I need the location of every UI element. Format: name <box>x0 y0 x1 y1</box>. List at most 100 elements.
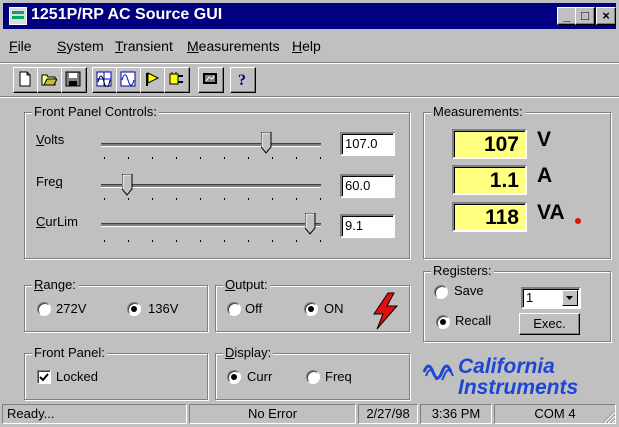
app-icon[interactable] <box>9 7 27 25</box>
measurements-label: Measurements: <box>431 104 525 119</box>
volts-slider-ticks <box>104 157 321 159</box>
menu-system-label: ystem <box>66 38 104 54</box>
freq-input[interactable]: 60.0 <box>340 174 395 198</box>
volts-slider-thumb[interactable] <box>260 131 272 154</box>
curlim-slider-thumb[interactable] <box>304 212 316 235</box>
menu-file[interactable]: File <box>9 38 32 54</box>
volts-input[interactable]: 107.0 <box>340 132 395 156</box>
slider-tick <box>272 240 273 242</box>
slider-tick <box>176 198 177 200</box>
volts-label-text: olts <box>43 132 65 147</box>
power-unit: VA <box>537 201 565 224</box>
front-panel-group: Front Panel: <box>24 345 208 400</box>
freq-slider-thumb[interactable] <box>121 173 133 196</box>
freq-label-text: Fre <box>36 174 56 189</box>
range-group: Range: <box>24 277 208 332</box>
menu-help[interactable]: Help <box>292 38 321 54</box>
slider-tick <box>200 198 201 200</box>
status-error: No Error <box>189 404 356 424</box>
display-freq-radio[interactable] <box>306 370 320 384</box>
slider-tick <box>104 157 105 159</box>
plug-icon[interactable] <box>164 67 190 93</box>
menu-measurements-key: M <box>187 38 199 54</box>
close-button[interactable]: × <box>596 7 616 25</box>
menu-measurements-label: easurements <box>198 38 280 54</box>
california-instruments-logo: California Instruments <box>422 355 612 401</box>
window-title: 1251P/RP AC Source GUI <box>31 6 223 23</box>
output-off-label: Off <box>245 301 263 316</box>
display-curr-radio[interactable] <box>227 370 241 384</box>
slider-tick <box>176 240 177 242</box>
menu-help-label: elp <box>302 38 321 54</box>
freq-label-key: q <box>55 174 63 189</box>
minimize-button[interactable]: _ <box>557 7 577 25</box>
slider-tick <box>128 240 129 242</box>
slider-tick <box>152 240 153 242</box>
volts-slider-track[interactable] <box>101 143 321 147</box>
output-on-radio[interactable] <box>304 302 318 316</box>
slider-tick <box>152 157 153 159</box>
app-window: 1251P/RP AC Source GUI _ □ × File System… <box>0 0 619 427</box>
slider-tick <box>128 157 129 159</box>
slider-tick <box>152 198 153 200</box>
menu-transient-key: T <box>115 38 124 54</box>
slider-tick <box>248 198 249 200</box>
slider-tick <box>296 198 297 200</box>
voltage-unit: V <box>537 128 552 151</box>
freq-slider-track[interactable] <box>101 184 321 188</box>
front-panel-controls-label: Front Panel Controls: <box>32 104 159 119</box>
output-off-radio[interactable] <box>227 302 241 316</box>
display-curr-label: Curr <box>247 369 273 384</box>
range-136v-label: 136V <box>148 301 179 316</box>
display-label-text: isplay: <box>234 345 272 360</box>
help-icon[interactable]: ? <box>230 67 256 93</box>
slider-tick <box>104 240 105 242</box>
checkmark-icon <box>39 373 49 382</box>
range-272v-label: 272V <box>56 301 87 316</box>
waveform-icon[interactable] <box>116 67 142 93</box>
range-136v-radio[interactable] <box>127 302 141 316</box>
title-bar[interactable]: 1251P/RP AC Source GUI _ □ × <box>3 3 616 29</box>
flag-icon[interactable] <box>140 67 166 93</box>
monitor-icon[interactable] <box>198 67 224 93</box>
menu-help-key: H <box>292 38 303 54</box>
status-port: COM 4 <box>494 404 616 424</box>
menu-transient[interactable]: Transient <box>115 38 173 54</box>
locked-checkbox[interactable] <box>37 370 51 384</box>
curlim-slider-ticks <box>104 240 321 242</box>
exec-button[interactable]: Exec. <box>519 313 580 335</box>
status-led <box>575 218 581 224</box>
chevron-down-icon[interactable] <box>562 290 578 306</box>
output-label: Output: <box>223 277 270 292</box>
curlim-slider-track[interactable] <box>101 223 321 227</box>
registers-recall-radio[interactable] <box>436 315 450 329</box>
range-label-key: R <box>34 277 44 292</box>
range-272v-radio[interactable] <box>37 302 51 316</box>
register-select-value: 1 <box>526 290 534 305</box>
slider-tick <box>248 240 249 242</box>
toolbar: ? <box>0 62 619 98</box>
new-file-icon[interactable] <box>13 67 39 93</box>
output-on-label: ON <box>324 301 344 316</box>
volts-label: Volts <box>36 132 64 147</box>
slider-tick <box>104 198 105 200</box>
curlim-input[interactable]: 9.1 <box>340 214 395 238</box>
registers-recall-label: Recall <box>455 313 492 328</box>
current-readout: 1.1 <box>452 165 527 195</box>
status-message: Ready... <box>2 404 187 424</box>
open-folder-icon[interactable] <box>37 67 63 93</box>
slider-tick <box>248 157 249 159</box>
resize-grip-icon[interactable] <box>602 410 616 427</box>
display-freq-label: Freq <box>325 369 352 384</box>
waveform-grid-icon[interactable] <box>92 67 118 93</box>
save-icon[interactable] <box>61 67 87 93</box>
front-panel-label: Front Panel: <box>32 345 107 360</box>
display-label-key: D <box>225 345 235 360</box>
menu-system[interactable]: System <box>57 38 104 54</box>
maximize-button[interactable]: □ <box>575 7 595 25</box>
slider-tick <box>296 240 297 242</box>
register-select[interactable]: 1 <box>521 287 581 309</box>
registers-save-radio[interactable] <box>434 285 448 299</box>
menu-measurements[interactable]: Measurements <box>187 38 280 54</box>
status-date: 2/27/98 <box>358 404 418 424</box>
